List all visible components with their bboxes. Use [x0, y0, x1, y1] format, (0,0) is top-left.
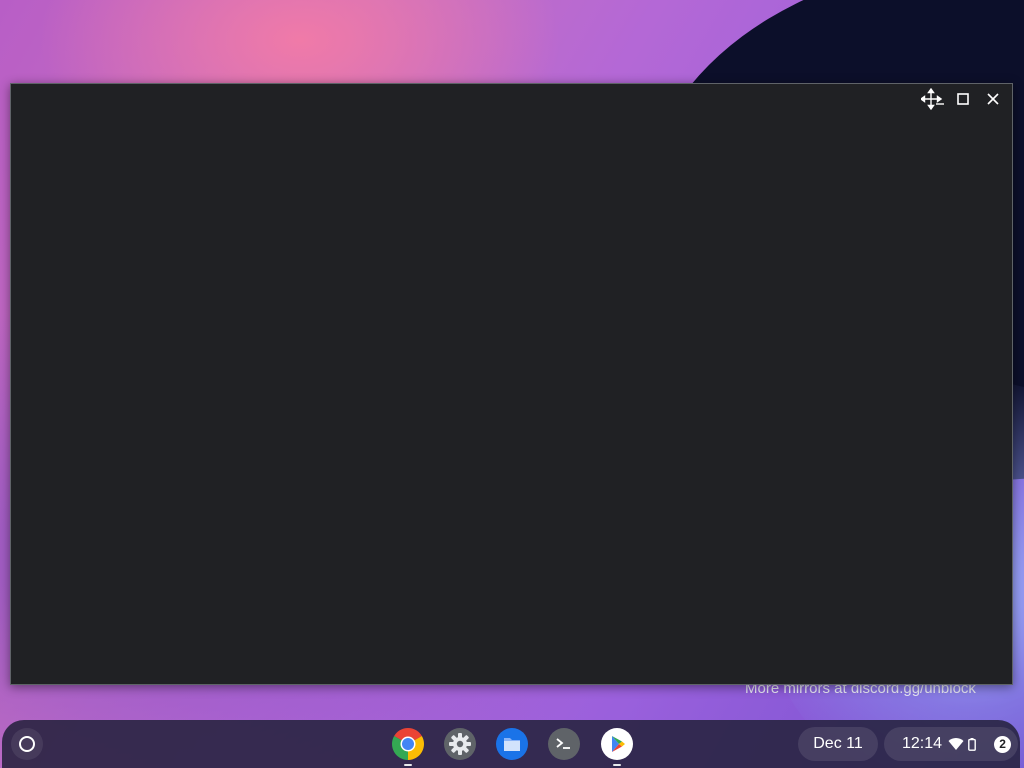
wifi-icon — [948, 738, 964, 750]
desktop: More mirrors at discord.gg/unblock Dec 1… — [0, 0, 1024, 768]
time-label: 12:14 — [902, 735, 943, 752]
window-controls — [920, 88, 1006, 110]
launcher-circle-icon — [19, 736, 35, 752]
launcher-button[interactable] — [11, 728, 43, 760]
move-icon[interactable] — [920, 88, 946, 110]
files-app-button[interactable] — [495, 727, 529, 761]
files-folder-icon — [496, 728, 528, 760]
battery-icon — [968, 737, 976, 751]
play-store-app-button[interactable] — [600, 727, 634, 766]
terminal-icon — [548, 728, 580, 760]
date-pill[interactable]: Dec 11 — [798, 727, 878, 761]
date-label: Dec 11 — [813, 735, 863, 752]
chrome-app-button[interactable] — [391, 727, 425, 766]
close-icon[interactable] — [980, 88, 1006, 110]
settings-gear-icon — [444, 728, 476, 760]
terminal-app-button[interactable] — [547, 727, 581, 761]
running-indicator — [613, 764, 621, 766]
shelf: Dec 11 12:14 2 — [2, 720, 1020, 768]
status-tray[interactable]: 12:14 2 — [884, 727, 1018, 761]
chrome-icon — [391, 728, 425, 760]
notification-count-badge: 2 — [994, 735, 1012, 753]
play-store-icon — [601, 728, 633, 760]
settings-app-button[interactable] — [443, 727, 477, 761]
running-indicator — [404, 764, 412, 766]
maximize-icon[interactable] — [950, 88, 976, 110]
app-window[interactable] — [10, 83, 1013, 685]
